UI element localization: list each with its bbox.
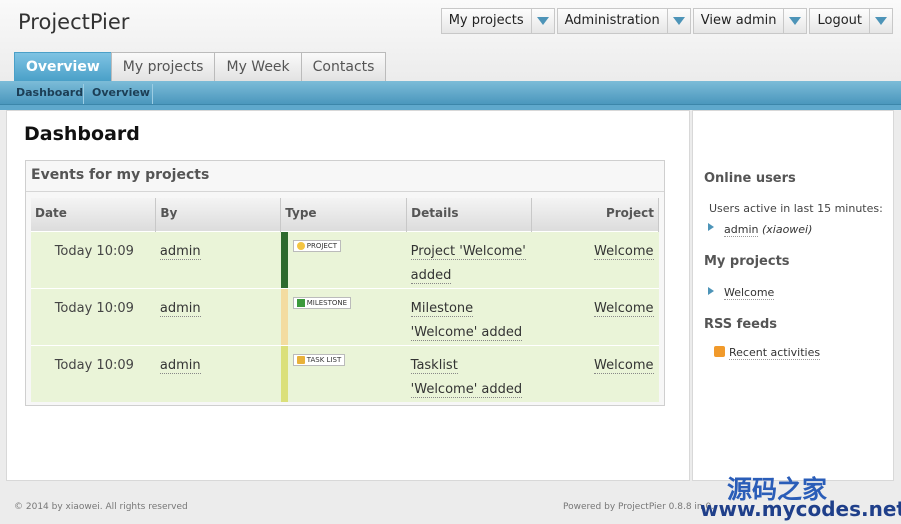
event-type: PROJECT xyxy=(280,230,407,288)
page-title: Dashboard xyxy=(24,123,140,145)
table-row: Today 10:09 admin MILESTONE Milestone 'W… xyxy=(31,287,659,345)
type-color-bar xyxy=(280,288,288,345)
col-type: Type xyxy=(280,198,408,231)
crumb-overview[interactable]: Overview xyxy=(92,81,150,105)
my-projects-title: My projects xyxy=(704,254,790,269)
col-project: Project xyxy=(531,198,659,231)
col-details: Details xyxy=(406,198,533,231)
event-project: Welcome xyxy=(531,230,659,288)
events-table: Date By Type Details Project Today 10:09… xyxy=(31,198,659,402)
online-users-title: Online users xyxy=(704,171,796,186)
event-type: MILESTONE xyxy=(280,287,407,345)
event-project-link[interactable]: Welcome xyxy=(594,243,654,260)
rss-link[interactable]: Recent activities xyxy=(729,346,821,360)
menu-logout-label[interactable]: Logout xyxy=(810,9,870,33)
menu-my-projects[interactable]: My projects xyxy=(440,8,555,34)
event-user: admin xyxy=(155,230,281,288)
account-menu: My projects Administration View admin Lo… xyxy=(439,8,893,34)
event-user-link[interactable]: admin xyxy=(159,243,201,260)
event-date: Today 10:09 xyxy=(31,287,156,345)
event-details: Project 'Welcome' added xyxy=(406,230,532,288)
event-date: Today 10:09 xyxy=(31,344,156,402)
tasklist-icon xyxy=(296,355,305,364)
rss-feeds-title: RSS feeds xyxy=(704,317,778,332)
tab-my-week[interactable]: My Week xyxy=(214,52,302,81)
online-user-link[interactable]: admin xyxy=(724,223,759,237)
online-users-subtitle: Users active in last 15 minutes: xyxy=(709,202,883,215)
divider xyxy=(26,191,664,192)
event-project: Welcome xyxy=(531,344,659,402)
online-user-note: (xiaowei) xyxy=(761,223,813,236)
event-date: Today 10:09 xyxy=(31,230,156,288)
menu-view-admin-label[interactable]: View admin xyxy=(694,9,785,33)
chevron-down-icon[interactable] xyxy=(532,9,554,33)
bullet-arrow-icon xyxy=(708,287,714,295)
events-block: Events for my projects Date By Type Deta… xyxy=(25,160,665,406)
divider xyxy=(83,84,84,104)
footer-powered: Powered by ProjectPier 0.8.8 in 0. xyxy=(563,502,715,512)
chevron-down-icon[interactable] xyxy=(784,9,806,33)
table-row: Today 10:09 admin PROJECT Project 'Welco… xyxy=(31,230,659,288)
event-project-link[interactable]: Welcome xyxy=(594,300,654,317)
table-header: Date By Type Details Project xyxy=(31,198,659,231)
event-user-link[interactable]: admin xyxy=(159,357,201,374)
type-color-bar xyxy=(280,231,288,288)
project-item: Welcome xyxy=(724,286,775,300)
main-content: Dashboard Events for my projects Date By… xyxy=(6,110,690,481)
type-badge: PROJECT xyxy=(292,239,341,252)
event-project-link[interactable]: Welcome xyxy=(594,357,654,374)
watermark-url: www.mycodes.net xyxy=(700,497,901,521)
flag-icon xyxy=(296,298,305,307)
rss-icon xyxy=(714,346,725,357)
events-title: Events for my projects xyxy=(31,167,210,183)
menu-administration[interactable]: Administration xyxy=(556,8,691,34)
event-user-link[interactable]: admin xyxy=(159,300,201,317)
sidebar: Online users Users active in last 15 min… xyxy=(692,110,894,481)
type-badge-label: TASK LIST xyxy=(306,355,342,364)
event-type: TASK LIST xyxy=(280,344,407,402)
tab-my-projects[interactable]: My projects xyxy=(110,52,216,81)
event-details-link[interactable]: Tasklist 'Welcome' added xyxy=(410,357,523,398)
breadcrumb: Dashboard Overview xyxy=(0,81,901,105)
menu-view-admin[interactable]: View admin xyxy=(692,8,808,34)
col-by: By xyxy=(155,198,282,231)
menu-logout[interactable]: Logout xyxy=(809,8,893,34)
type-badge: TASK LIST xyxy=(292,353,346,366)
event-details-link[interactable]: Milestone 'Welcome' added xyxy=(410,300,523,341)
online-user: admin (xiaowei) xyxy=(724,223,813,237)
type-badge: MILESTONE xyxy=(292,296,352,309)
table-row: Today 10:09 admin TASK LIST Tasklist 'We… xyxy=(31,344,659,402)
chevron-down-icon[interactable] xyxy=(870,9,892,33)
footer-copyright: © 2014 by xiaowei. All rights reserved xyxy=(14,502,188,512)
event-user: admin xyxy=(155,344,281,402)
event-project: Welcome xyxy=(531,287,659,345)
bullet-arrow-icon xyxy=(708,223,714,231)
type-color-bar xyxy=(280,345,288,402)
menu-my-projects-label[interactable]: My projects xyxy=(442,9,532,33)
col-date: Date xyxy=(31,198,157,231)
bulb-icon xyxy=(296,241,305,250)
divider xyxy=(152,84,153,104)
tab-contacts[interactable]: Contacts xyxy=(300,52,387,81)
event-details: Milestone 'Welcome' added xyxy=(406,287,532,345)
app-logo[interactable]: ProjectPier xyxy=(18,10,129,34)
event-details-link[interactable]: Project 'Welcome' added xyxy=(410,243,526,284)
tab-overview[interactable]: Overview xyxy=(14,52,112,81)
main-tabs: Overview My projects My Week Contacts xyxy=(14,52,387,81)
chevron-down-icon[interactable] xyxy=(668,9,690,33)
type-badge-label: PROJECT xyxy=(306,241,337,250)
event-details: Tasklist 'Welcome' added xyxy=(406,344,532,402)
crumb-dashboard[interactable]: Dashboard xyxy=(16,81,83,105)
event-user: admin xyxy=(155,287,281,345)
project-link[interactable]: Welcome xyxy=(724,286,775,300)
rss-item: Recent activities xyxy=(729,346,821,360)
menu-administration-label[interactable]: Administration xyxy=(558,9,668,33)
type-badge-label: MILESTONE xyxy=(306,298,348,307)
